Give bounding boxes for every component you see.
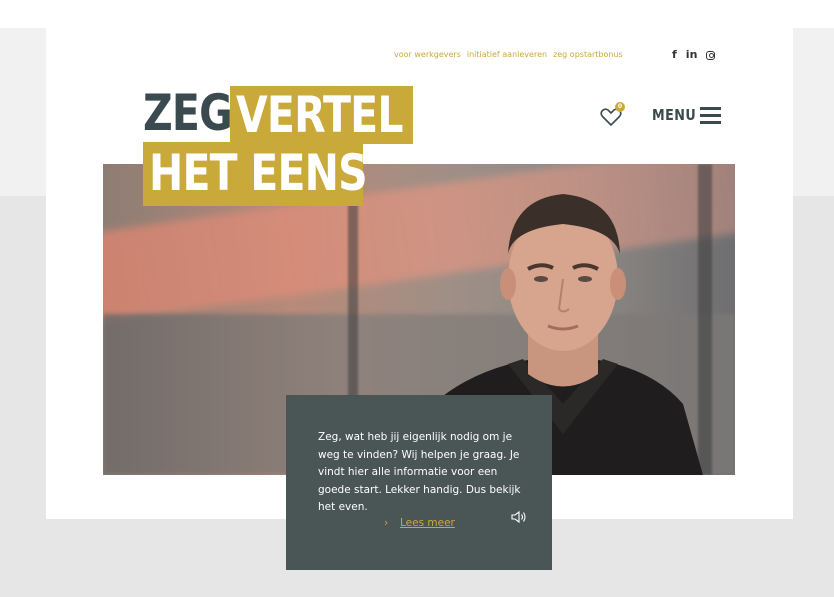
intro-text: Zeg, wat heb jij eigenlijk nodig om je w… [318,431,521,513]
instagram-icon[interactable] [706,50,716,60]
util-link-opstartbonus[interactable]: zeg opstartbonus [553,50,623,64]
menu-label[interactable]: MENU [652,106,696,124]
logo-het-eens: HET EENS [149,144,368,202]
util-link-initiatief[interactable]: initiatief aanleveren [467,50,547,64]
utility-nav: voor werkgevers initiatief aanleveren ze… [394,50,623,64]
social-links: f in [672,48,716,62]
chevron-right-icon: › [384,517,389,529]
favorites-count-badge: 0 [615,102,625,112]
speaker-icon[interactable] [511,510,527,524]
menu-hamburger-icon[interactable] [700,107,721,124]
read-more-link[interactable]: Lees meer [400,517,455,529]
logo-vertel: VERTEL [236,86,403,144]
intro-panel: Zeg, wat heb jij eigenlijk nodig om je w… [286,395,552,570]
top-band [0,0,834,28]
logo-zeg: ZEG [143,84,233,142]
facebook-icon[interactable]: f [672,48,677,62]
linkedin-icon[interactable]: in [686,48,698,62]
util-link-werkgevers[interactable]: voor werkgevers [394,50,461,64]
